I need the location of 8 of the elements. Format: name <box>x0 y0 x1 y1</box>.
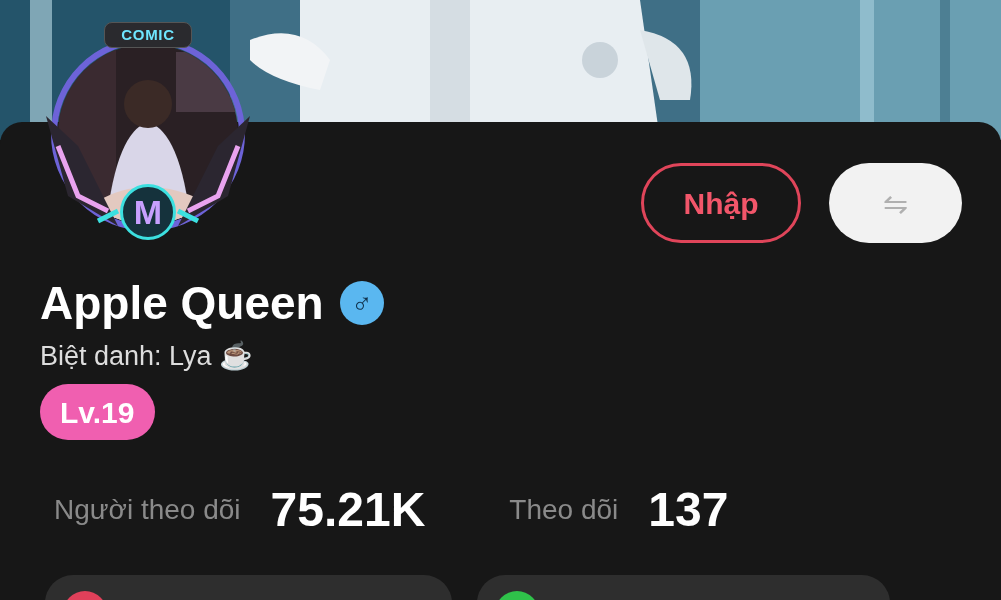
stat-value: 137 <box>648 482 729 538</box>
level-badge: Lv.19 <box>40 384 155 440</box>
nickname: Biệt danh: Lya ☕ <box>40 340 254 373</box>
import-button[interactable]: Nhập <box>641 163 801 243</box>
stat-label: Theo dõi <box>509 493 619 527</box>
profile-name: Apple Queen <box>40 276 324 331</box>
stat-value: 75.21K <box>270 482 426 538</box>
stat-label: Người theo dõi <box>54 493 241 527</box>
